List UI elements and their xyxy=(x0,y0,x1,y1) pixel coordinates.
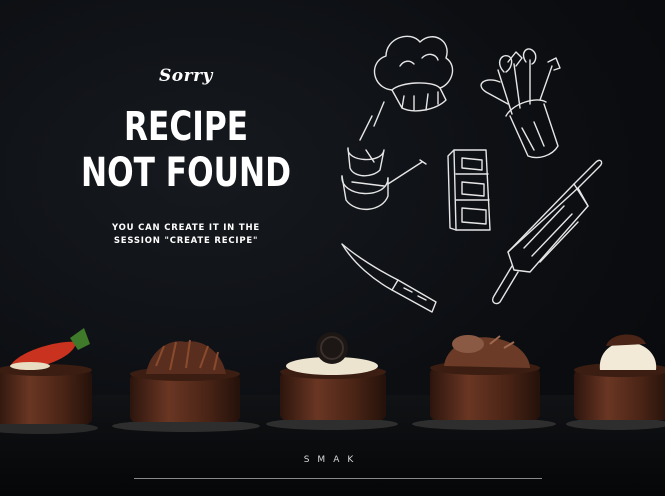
brand-underline xyxy=(134,478,542,479)
chocolate-curl-tart xyxy=(112,339,260,432)
brand-logo: SMAK xyxy=(303,455,362,465)
strawberry-tart xyxy=(0,328,98,434)
not-found-page: Sorry RECIPE NOT FOUND YOU CAN CREATE IT… xyxy=(0,0,665,496)
dessert-photo xyxy=(0,328,665,496)
cream-tart xyxy=(566,334,665,430)
mousse-tart xyxy=(412,335,556,430)
cookie-tart xyxy=(266,332,398,430)
